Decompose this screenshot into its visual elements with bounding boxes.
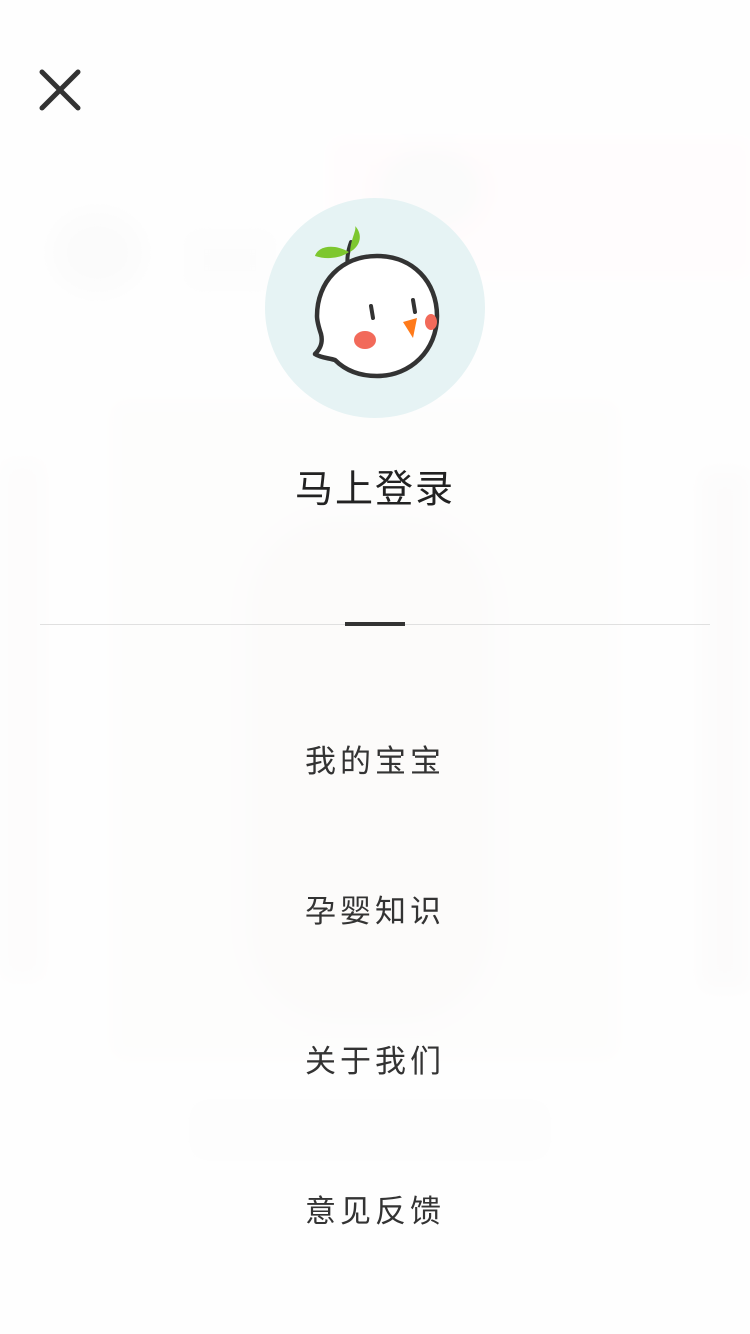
close-icon bbox=[39, 69, 81, 111]
divider-accent bbox=[345, 622, 405, 626]
menu-item-my-baby[interactable]: 我的宝宝 bbox=[175, 722, 575, 802]
menu-item-parenting-knowledge[interactable]: 孕婴知识 bbox=[175, 872, 575, 952]
menu-item-about-us[interactable]: 关于我们 bbox=[175, 1022, 575, 1102]
login-button[interactable]: 马上登录 bbox=[0, 458, 750, 513]
menu-item-feedback[interactable]: 意见反馈 bbox=[175, 1172, 575, 1252]
mascot-avatar-icon bbox=[312, 226, 440, 379]
status-bar bbox=[0, 0, 750, 40]
side-menu-overlay: 马上登录 我的宝宝 孕婴知识 关于我们 意见反馈 bbox=[0, 0, 750, 1334]
close-button[interactable] bbox=[20, 50, 100, 130]
avatar[interactable] bbox=[265, 198, 485, 418]
